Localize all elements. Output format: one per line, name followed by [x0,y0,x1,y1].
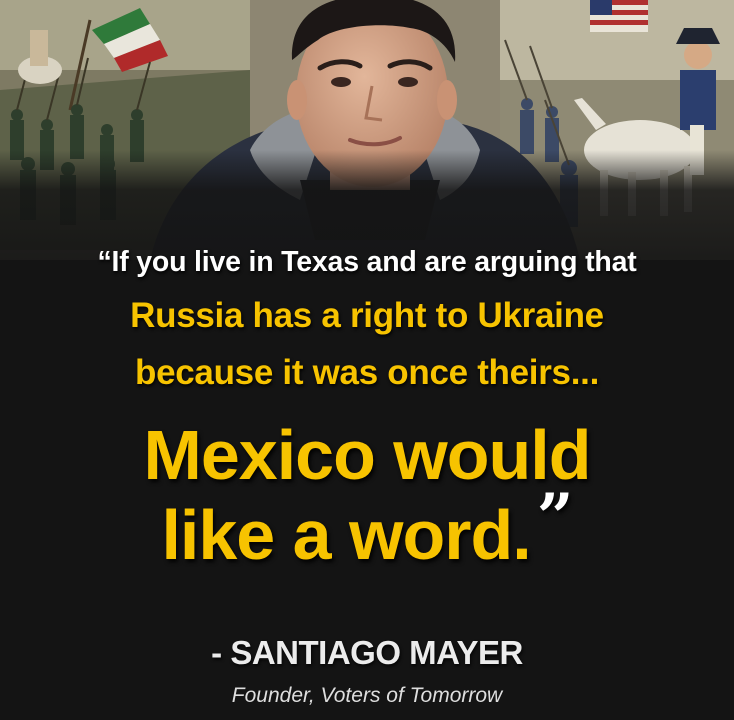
attribution-name: - SANTIAGO MAYER [211,634,523,671]
quote-line-2: Russia has a right to Ukraine [130,296,604,335]
attribution-role: Founder, Voters of Tomorrow [231,684,503,707]
quote-line-5-text: like a word. [161,496,531,574]
meme-poster: “If you live in Texas and are arguing th… [0,0,734,720]
quote-line-5: like a word.” [0,486,734,571]
quote-line-4: Mexico would [143,416,592,494]
closing-quote-mark: ” [536,480,574,555]
quote-line-1: “If you live in Texas and are arguing th… [97,246,637,278]
quote-line-3: because it was once theirs... [135,353,599,392]
